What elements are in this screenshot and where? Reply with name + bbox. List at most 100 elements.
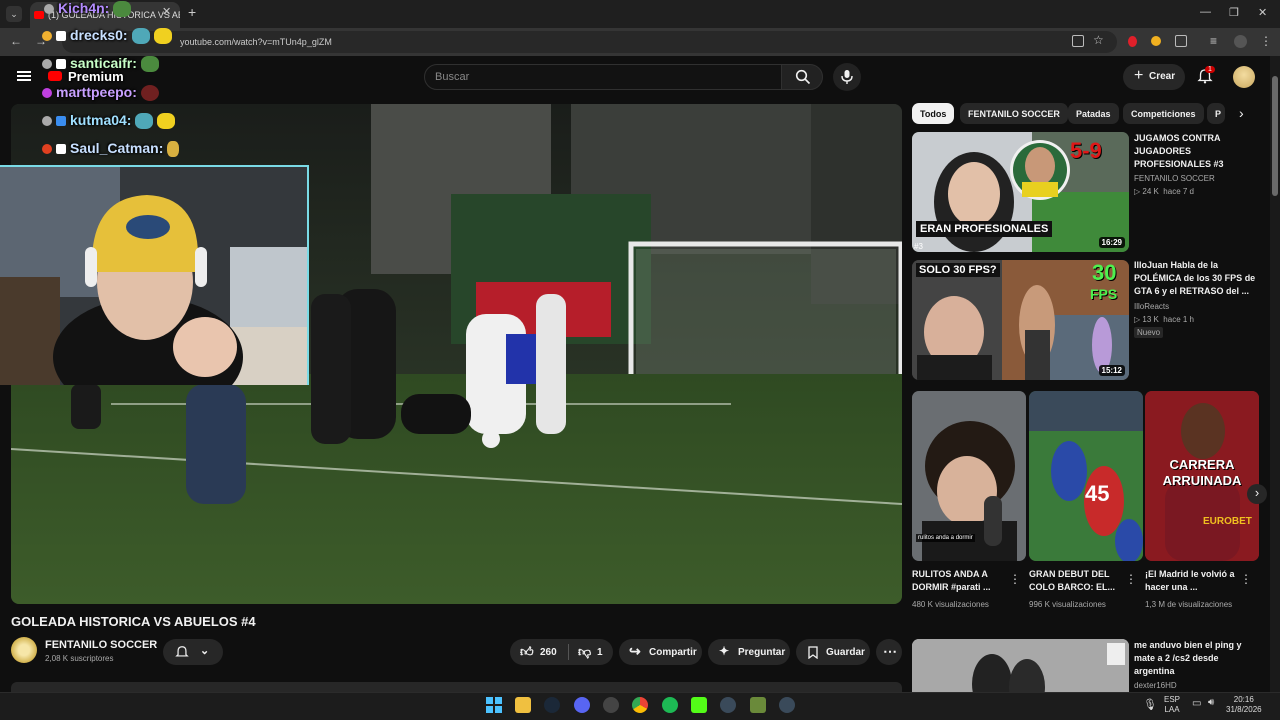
account-avatar[interactable] (1233, 66, 1255, 88)
sidebar-views-age: ▷ 13 K hace 1 h (1134, 314, 1194, 326)
sidebar-video-title[interactable]: JUGAMOS CONTRA JUGADORES PROFESIONALES #… (1134, 132, 1260, 171)
video-title: GOLEADA HISTORICA VS ABUELOS #4 (11, 614, 256, 629)
more-dots-icon: ⋯ (883, 643, 897, 659)
chip-kicks[interactable]: Patadas (1068, 103, 1119, 124)
short-title[interactable]: GRAN DEBUT DEL COLO BARCO: EL... (1029, 568, 1121, 594)
discord-icon[interactable] (574, 697, 590, 713)
new-tab-icon[interactable]: + (188, 4, 196, 20)
short-title[interactable]: ¡El Madrid le volvió a hacer una ... (1145, 568, 1237, 594)
thumbs-up-icon: 👍︎ (520, 644, 534, 659)
browser-menu-icon[interactable]: ⋮ (1260, 34, 1272, 48)
app-icon[interactable] (750, 697, 766, 713)
kick-icon[interactable] (691, 697, 707, 713)
short-thumbnail[interactable]: 45 (1029, 391, 1143, 561)
keyboard-layout: LAA (1164, 705, 1180, 714)
streamer-webcam (0, 165, 309, 385)
short-menu-icon[interactable]: ⋮ (1125, 572, 1137, 586)
sidebar-video-title[interactable]: me anduvo bien el ping y mate a 2 /cs2 d… (1134, 639, 1260, 678)
steam-icon[interactable] (544, 697, 560, 713)
network-icon[interactable]: ▭ (1192, 698, 1201, 709)
volume-icon[interactable]: 🔊︎ (1208, 697, 1214, 708)
app-icon[interactable] (779, 697, 795, 713)
search-input[interactable]: Buscar (424, 64, 782, 90)
webcam-frame (0, 167, 307, 385)
system-clock[interactable]: 20:16 31/8/2026 (1226, 695, 1262, 715)
video-thumbnail[interactable]: SOLO 30 FPS? 30 FPS 15:12 (912, 260, 1129, 380)
short-title[interactable]: RULITOS ANDA A DORMIR #parati ... (912, 568, 1004, 594)
upload-age: hace 7 d (1163, 187, 1194, 196)
sidebar-channel[interactable]: IlloReacts (1134, 301, 1169, 313)
create-label: Crear (1149, 71, 1176, 82)
short-menu-icon[interactable]: ⋮ (1240, 572, 1252, 586)
thumbs-down-icon: 👎︎ (578, 644, 592, 659)
obs-icon[interactable] (603, 697, 619, 713)
short-thumbnail[interactable]: CARRERA ARRUINADA EUROBET (1145, 391, 1259, 561)
shorts-next-button[interactable]: › (1247, 484, 1267, 504)
like-button[interactable]: 👍︎ 260 (510, 639, 568, 665)
chat-username: marttpeepo: (56, 84, 137, 100)
scrollbar-thumb[interactable] (1272, 76, 1278, 196)
short-thumbnail[interactable]: rulitos anda a dormir (912, 391, 1026, 561)
short-overlay-text: 45 (1085, 481, 1110, 506)
dislike-button[interactable]: 👎︎ 1 (570, 639, 613, 665)
bookmark-star-icon[interactable]: ☆ (1093, 33, 1104, 47)
tab-list-icon[interactable]: ⌄ (6, 6, 22, 22)
voice-search-button[interactable] (833, 63, 861, 91)
windows-start-icon[interactable] (486, 697, 502, 713)
thumbnail-caption: SOLO 30 FPS? (916, 263, 1000, 277)
chip-competitions[interactable]: Competiciones (1123, 103, 1204, 124)
hamburger-menu-icon[interactable] (17, 71, 31, 81)
bell-icon (175, 646, 189, 657)
ask-button[interactable]: ✦ Preguntar (708, 639, 790, 665)
short-views: 996 K visualizaciones (1029, 600, 1106, 609)
reading-list-icon[interactable]: ≡ (1210, 34, 1217, 48)
video-thumbnail[interactable] (912, 639, 1129, 692)
minimize-icon[interactable]: — (1200, 6, 1211, 18)
share-button[interactable]: ↪ Compartir (619, 639, 702, 665)
description-box[interactable] (11, 682, 902, 692)
extensions-puzzle-icon[interactable] (1175, 35, 1187, 47)
back-icon[interactable]: ← (10, 34, 22, 48)
close-tab-icon[interactable]: ✕ (162, 5, 171, 18)
extension-icon[interactable] (1128, 36, 1137, 47)
subscription-bell-button[interactable]: ⌄ (163, 639, 223, 665)
chip-all[interactable]: Todos (912, 103, 955, 124)
thumbnail-caption: ERAN PROFESIONALES (916, 221, 1053, 237)
thumbnail-image (912, 639, 1129, 692)
sidebar-channel[interactable]: FENTANILO SOCCER (1134, 173, 1215, 185)
extension-icon[interactable] (1151, 36, 1161, 46)
share-label: Compartir (649, 647, 697, 658)
file-explorer-icon[interactable] (515, 697, 531, 713)
sidebar-views-age: ▷ 24 K hace 7 d (1134, 186, 1194, 198)
sidebar-channel[interactable]: dexter16HD (1134, 680, 1177, 692)
sidebar-video-title[interactable]: IlloJuan Habla de la POLÉMICA de los 30 … (1134, 259, 1260, 298)
channel-name[interactable]: FENTANILO SOCCER (45, 639, 157, 651)
clock-time: 20:16 (1233, 695, 1254, 704)
save-button[interactable]: Guardar (796, 639, 870, 665)
close-window-icon[interactable]: ✕ (1258, 6, 1267, 19)
chip-channel[interactable]: FENTANILO SOCCER (960, 103, 1068, 124)
search-button[interactable] (781, 64, 823, 90)
chat-premium-label: Premium (68, 69, 124, 84)
spotify-icon[interactable] (662, 697, 678, 713)
chips-next-icon[interactable]: › (1239, 105, 1244, 121)
app-icon[interactable] (720, 697, 736, 713)
chip-more[interactable]: P (1207, 103, 1225, 124)
microphone-tray-icon[interactable]: 🎙︎ (1143, 698, 1157, 711)
cast-icon[interactable] (1072, 35, 1084, 47)
create-button[interactable]: + Crear (1123, 64, 1185, 90)
ask-label: Preguntar (738, 647, 786, 658)
channel-avatar[interactable] (11, 637, 37, 663)
profile-icon[interactable] (1234, 35, 1247, 48)
page-scrollbar[interactable] (1270, 56, 1280, 692)
chrome-icon[interactable] (632, 697, 648, 713)
language-indicator[interactable]: ESP LAA (1164, 695, 1180, 715)
restore-icon[interactable]: ❐ (1229, 6, 1239, 19)
video-duration: 16:29 (1098, 237, 1125, 248)
chat-line: Saul_Catman: (42, 140, 180, 158)
short-views: 1,3 M de visualizaciones (1145, 600, 1233, 609)
address-bar[interactable]: youtube.com/watch?v=mTUn4p_glZM (62, 31, 1117, 53)
more-actions-button[interactable]: ⋯ (876, 639, 902, 665)
video-thumbnail[interactable]: 5-9 ERAN PROFESIONALES #3 16:29 (912, 132, 1129, 252)
short-menu-icon[interactable]: ⋮ (1009, 572, 1021, 586)
